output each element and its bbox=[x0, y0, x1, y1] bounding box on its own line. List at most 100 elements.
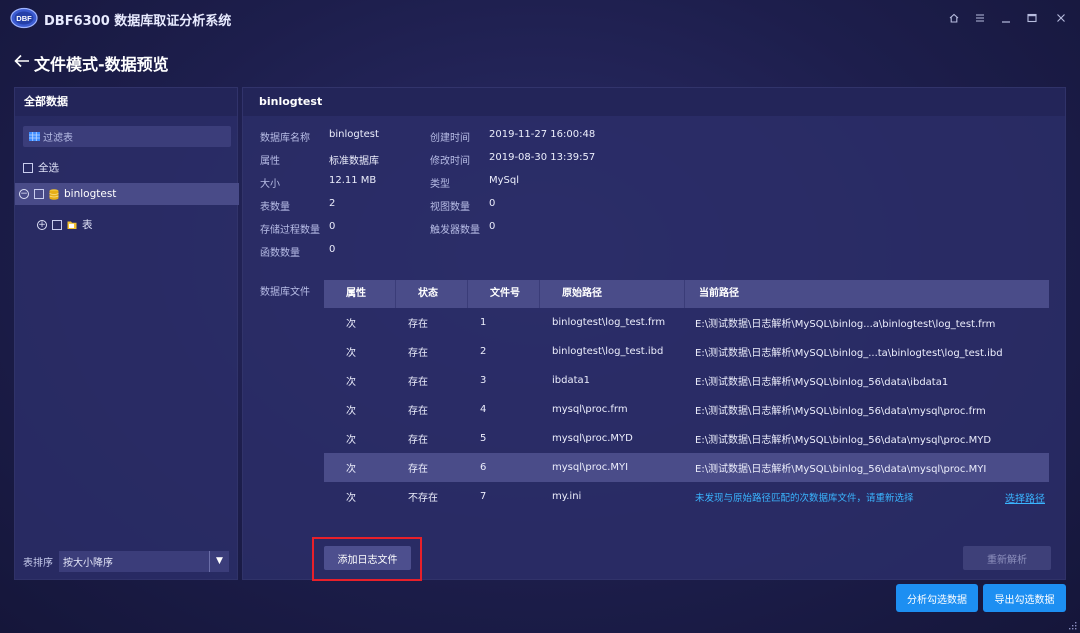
cell-original-path: mysql\proc.frm bbox=[552, 404, 628, 415]
tree-label-database: binlogtest bbox=[64, 188, 117, 200]
sort-select[interactable]: 按大小降序 ▼ bbox=[59, 550, 229, 572]
prop-value-type: MySql bbox=[489, 175, 520, 186]
table-row[interactable]: 次 存在 2 binlogtest\log_test.ibd E:\测试数据\日… bbox=[324, 337, 1049, 366]
cell-current-path: E:\测试数据\日志解析\MySQL\binlog_56\data\ibdata… bbox=[695, 377, 949, 388]
table-header: 属性 状态 文件号 原始路径 当前路径 bbox=[324, 280, 1049, 308]
cell-current-path: E:\测试数据\日志解析\MySQL\binlog_56\data\mysql\… bbox=[695, 435, 992, 446]
highlight-annotation-box bbox=[312, 537, 422, 581]
column-header[interactable]: 属性 bbox=[324, 280, 396, 308]
cell-attribute: 次 bbox=[346, 493, 356, 504]
prop-value-db-name: binlogtest bbox=[329, 129, 379, 140]
tree-label-tables: 表 bbox=[82, 219, 93, 231]
tree-checkbox-tables[interactable] bbox=[52, 219, 62, 230]
minimize-icon[interactable] bbox=[998, 12, 1014, 28]
sort-label: 表排序 bbox=[23, 557, 53, 569]
close-icon[interactable] bbox=[1053, 12, 1069, 28]
left-panel-header: 全部数据 bbox=[15, 88, 237, 116]
cell-status: 存在 bbox=[408, 464, 428, 475]
cell-original-path: mysql\proc.MYI bbox=[552, 462, 629, 473]
tree-checkbox-database[interactable] bbox=[34, 189, 44, 199]
home-icon[interactable] bbox=[946, 12, 962, 28]
prop-key-type: 类型 bbox=[430, 179, 450, 190]
cell-status: 不存在 bbox=[408, 493, 438, 504]
select-all-checkbox[interactable] bbox=[23, 162, 33, 173]
prop-value-size: 12.11 MB bbox=[329, 175, 377, 186]
cell-file-number: 4 bbox=[480, 404, 487, 415]
cell-original-path: ibdata1 bbox=[552, 375, 591, 386]
prop-key-attribute: 属性 bbox=[260, 156, 280, 167]
table-icon bbox=[29, 132, 40, 141]
prop-value-modified: 2019-08-30 13:39:57 bbox=[489, 152, 596, 163]
table-row-highlighted[interactable]: 次 存在 6 mysql\proc.MYI E:\测试数据\日志解析\MySQL… bbox=[324, 453, 1049, 482]
column-header[interactable]: 原始路径 bbox=[540, 280, 685, 308]
select-path-link[interactable]: 选择路径 bbox=[1005, 490, 1045, 505]
title-bar: DBF DBF6300 数据库取证分析系统 bbox=[0, 0, 1080, 40]
table-row[interactable]: 次 存在 1 binlogtest\log_test.frm E:\测试数据\日… bbox=[324, 308, 1049, 337]
table-row[interactable]: 次 存在 5 mysql\proc.MYD E:\测试数据\日志解析\MySQL… bbox=[324, 424, 1049, 453]
cell-status: 存在 bbox=[408, 406, 428, 417]
reparse-button[interactable]: 重新解析 bbox=[963, 546, 1051, 570]
tree-node-tables[interactable]: + 表 bbox=[37, 217, 93, 232]
missing-file-warning: 未发现与原始路径匹配的次数据库文件，请重新选择 bbox=[695, 492, 914, 504]
cell-original-path: binlogtest\log_test.ibd bbox=[552, 346, 664, 357]
sort-row: 表排序 按大小降序 ▼ bbox=[15, 548, 239, 574]
filter-table-input[interactable]: 过滤表 bbox=[23, 126, 231, 147]
prop-key-modified: 修改时间 bbox=[430, 156, 470, 167]
app-logo-text: DBF bbox=[16, 14, 32, 23]
cell-status: 存在 bbox=[408, 319, 428, 330]
prop-value-procedure-count: 0 bbox=[329, 221, 336, 232]
sort-value: 按大小降序 bbox=[63, 557, 113, 569]
cell-file-number: 2 bbox=[480, 346, 487, 357]
collapse-icon[interactable]: − bbox=[19, 189, 29, 199]
page-title: 文件模式-数据预览 bbox=[34, 55, 169, 74]
maximize-icon[interactable] bbox=[1024, 12, 1040, 28]
menu-icon[interactable] bbox=[972, 12, 988, 28]
export-selected-button[interactable]: 导出勾选数据 bbox=[983, 584, 1066, 612]
cell-original-path: my.ini bbox=[552, 491, 582, 502]
detail-header: binlogtest bbox=[243, 88, 1065, 116]
cell-attribute: 次 bbox=[346, 464, 356, 475]
database-icon bbox=[49, 188, 59, 200]
expand-icon[interactable]: + bbox=[37, 219, 47, 230]
cell-status: 存在 bbox=[408, 435, 428, 446]
cell-attribute: 次 bbox=[346, 348, 356, 359]
left-panel: 全部数据 过滤表 全选 − binlogtest + 表 表排序 按大小降序 ▼ bbox=[14, 87, 239, 580]
cell-current-path: E:\测试数据\日志解析\MySQL\binlog_56\data\mysql\… bbox=[695, 464, 987, 475]
resize-grip-icon[interactable] bbox=[1068, 621, 1077, 630]
prop-value-table-count: 2 bbox=[329, 198, 336, 209]
filter-placeholder: 过滤表 bbox=[43, 133, 73, 144]
cell-file-number: 5 bbox=[480, 433, 487, 444]
cell-file-number: 1 bbox=[480, 317, 487, 328]
app-title: DBF6300 数据库取证分析系统 bbox=[44, 14, 232, 29]
cell-attribute: 次 bbox=[346, 435, 356, 446]
cell-original-path: mysql\proc.MYD bbox=[552, 433, 633, 444]
prop-value-view-count: 0 bbox=[489, 198, 496, 209]
cell-file-number: 3 bbox=[480, 375, 487, 386]
column-header[interactable]: 当前路径 bbox=[685, 280, 1049, 308]
select-all-label: 全选 bbox=[38, 162, 59, 174]
column-header[interactable]: 文件号 bbox=[468, 280, 540, 308]
prop-key-created: 创建时间 bbox=[430, 133, 470, 144]
files-table: 属性 状态 文件号 原始路径 当前路径 次 存在 1 binlogtest\lo… bbox=[324, 280, 1049, 511]
analyze-selected-button[interactable]: 分析勾选数据 bbox=[896, 584, 978, 612]
column-header[interactable]: 状态 bbox=[396, 280, 468, 308]
prop-key-size: 大小 bbox=[260, 179, 280, 190]
cell-current-path: E:\测试数据\日志解析\MySQL\binlog_...ta\binlogte… bbox=[695, 348, 1003, 359]
chevron-down-icon[interactable]: ▼ bbox=[209, 550, 229, 572]
tree-node-database[interactable]: − binlogtest bbox=[19, 188, 116, 200]
table-row[interactable]: 次 存在 4 mysql\proc.frm E:\测试数据\日志解析\MySQL… bbox=[324, 395, 1049, 424]
app-logo: DBF bbox=[10, 7, 38, 29]
cell-file-number: 7 bbox=[480, 491, 487, 502]
prop-key-function-count: 函数数量 bbox=[260, 248, 300, 259]
detail-panel: binlogtest 数据库名称 binlogtest 属性 标准数据库 大小 … bbox=[242, 87, 1066, 580]
arrow-left-icon[interactable] bbox=[14, 53, 30, 73]
prop-key-trigger-count: 触发器数量 bbox=[430, 225, 480, 236]
cell-attribute: 次 bbox=[346, 406, 356, 417]
cell-current-path: E:\测试数据\日志解析\MySQL\binlog_56\data\mysql\… bbox=[695, 406, 986, 417]
files-label: 数据库文件 bbox=[260, 287, 310, 298]
folder-icon bbox=[67, 221, 77, 229]
select-all-row[interactable]: 全选 bbox=[23, 160, 59, 175]
table-row[interactable]: 次 不存在 7 my.ini 未发现与原始路径匹配的次数据库文件，请重新选择 选… bbox=[324, 482, 1049, 511]
table-row[interactable]: 次 存在 3 ibdata1 E:\测试数据\日志解析\MySQL\binlog… bbox=[324, 366, 1049, 395]
prop-key-procedure-count: 存储过程数量 bbox=[260, 225, 320, 236]
